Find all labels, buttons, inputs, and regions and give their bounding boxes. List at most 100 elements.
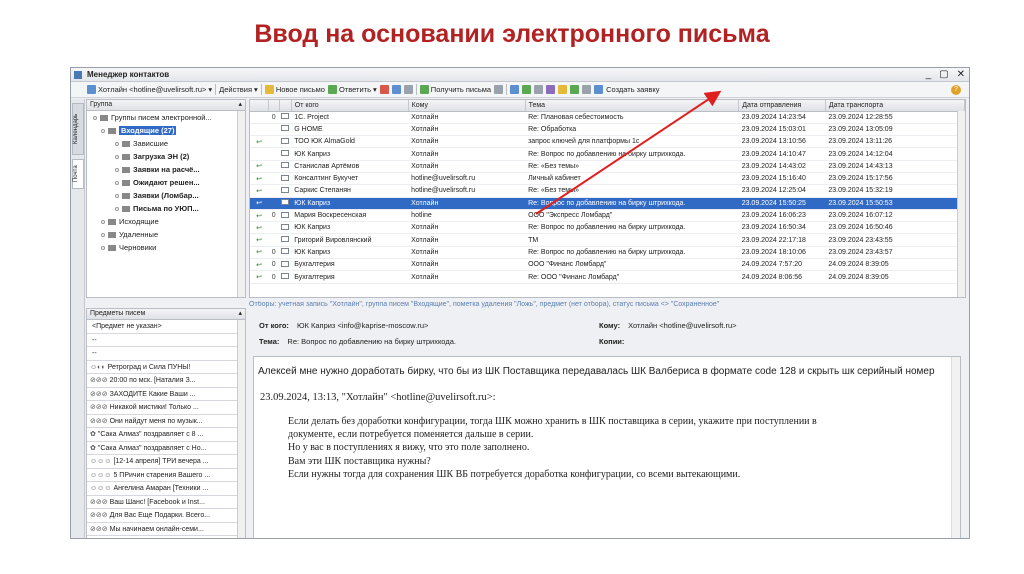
mail-row[interactable]: ↩ Станислав Артёмов Хотлайн Re: «Без темы» 2… xyxy=(250,160,965,173)
subject-item[interactable]: ☺☺☺ 5 ПРичин старения Вашего ... xyxy=(87,469,245,482)
tab-calendar[interactable]: Календарь xyxy=(72,103,84,155)
new-letter-button[interactable]: Новое письмо xyxy=(264,85,325,94)
mail-row[interactable]: ↩ ЮК Каприз Хотлайн Re: Вопрос по добавлени… xyxy=(250,221,965,235)
attach-icon[interactable] xyxy=(494,85,504,94)
create-request-button[interactable]: Создать заявку xyxy=(606,85,659,94)
tree-item[interactable]: Группы писем электронной... xyxy=(87,111,245,124)
subject-item[interactable]: ✿ "Сака Алмаз" поздравляет с Но... xyxy=(87,442,245,455)
forward-icon[interactable] xyxy=(379,85,389,94)
mail-row[interactable]: ЮК Каприз Хотлайн Re: Вопрос по добавлению… xyxy=(250,147,965,161)
move-icon[interactable] xyxy=(510,85,520,94)
subject-value: Re: Вопрос по добавлению на бирку штрихк… xyxy=(287,337,456,346)
mail-row[interactable]: ↩ ТОО ЮК AlmaGold Хотлайн запрос ключей для… xyxy=(250,135,965,149)
mail-row[interactable]: ↩ Консалтинг Букучет hotline@uvelirsoft.ru… xyxy=(250,172,965,186)
expand-dot-icon[interactable] xyxy=(115,194,119,198)
subject-item[interactable]: ⊘⊘⊘ Для Вас Еще Подарки. Всего... xyxy=(87,509,245,523)
expand-dot-icon[interactable] xyxy=(93,116,97,120)
body-scrollbar[interactable] xyxy=(951,357,960,538)
tree-item[interactable]: Загрузка ЭН (2) xyxy=(87,150,245,163)
mail-row[interactable]: ↩ Саркис Степанян hotline@uvelirsoft.ru Re:… xyxy=(250,184,965,198)
view-icon[interactable] xyxy=(582,85,592,94)
column-header[interactable] xyxy=(250,100,269,112)
mail-row[interactable]: ↩ Григорий Вировлянский Хотлайн ТМ 23.09.202… xyxy=(250,233,965,247)
attachment-icon xyxy=(268,123,280,137)
account-select[interactable]: Хотлайн <hotline@uvelirsoft.ru> ▾ xyxy=(87,85,212,94)
search-icon[interactable] xyxy=(594,85,604,94)
expand-dot-icon[interactable] xyxy=(115,155,119,159)
letter-body[interactable]: Алексей мне нужно доработать бирку, что … xyxy=(253,356,961,538)
mail-to-cell: Хотлайн xyxy=(408,233,526,247)
subjects-scrollbar[interactable] xyxy=(237,320,245,538)
subject-item[interactable]: -- xyxy=(87,347,245,361)
subject-text: -- xyxy=(92,350,97,357)
column-header[interactable]: Дата отправления xyxy=(738,100,826,112)
column-header[interactable] xyxy=(279,100,292,112)
subject-item[interactable]: -- xyxy=(87,334,245,347)
mail-scrollbar[interactable] xyxy=(957,111,965,297)
subject-item[interactable]: ⊘⊘⊘ Ваш Шанс! [Facebook и Inst... xyxy=(87,496,245,509)
tree-item[interactable]: Заявки на расчё... xyxy=(87,163,245,176)
delete-icon[interactable] xyxy=(403,85,413,94)
subject-item[interactable]: ☺☺☺ [12-14 апреля] ТРИ вечера ... xyxy=(87,455,245,469)
filter-line[interactable]: Отборы: учетная запись "Хотлайн", группа… xyxy=(249,301,966,311)
expand-dot-icon[interactable] xyxy=(101,220,105,224)
mail-row[interactable]: 0 1С. Project Хотлайн Re: Плановая себестои… xyxy=(250,111,965,124)
column-header[interactable]: Кому xyxy=(408,100,526,112)
subject-text: 20:00 по мск. [Наталия З... xyxy=(109,377,196,384)
subject-item[interactable]: ⊘⊘⊘ ЗАХОДИТЕ Какие Ваши ... xyxy=(87,388,245,401)
expand-dot-icon[interactable] xyxy=(115,181,119,185)
tree-item-label: Зависшие xyxy=(133,139,169,148)
expand-dot-icon[interactable] xyxy=(101,129,105,133)
expand-dot-icon[interactable] xyxy=(115,142,119,146)
expand-dot-icon[interactable] xyxy=(115,207,119,211)
tree-item[interactable]: Входящие (27) xyxy=(87,124,245,137)
help-icon[interactable]: ? xyxy=(951,84,961,95)
subject-item[interactable]: ⊘⊘⊘ Они найдут меня по музык... xyxy=(87,415,245,428)
column-header[interactable]: Тема xyxy=(525,100,740,112)
print-icon[interactable] xyxy=(534,85,544,94)
subject-item[interactable]: ⊘⊘⊘ 20:00 по мск. [Наталия З... xyxy=(87,374,245,388)
tree-item[interactable]: Зависшие xyxy=(87,137,245,150)
filter-icon[interactable] xyxy=(546,85,556,94)
minimize-button[interactable]: _ xyxy=(926,68,932,81)
tab-mail[interactable]: Почта xyxy=(72,159,84,189)
tree-item[interactable]: Ожидают решен... xyxy=(87,176,245,189)
mark-icon[interactable] xyxy=(522,85,532,94)
reply-button[interactable]: Ответить ▾ xyxy=(327,85,377,94)
tree-item[interactable]: Заявки (Ломбар... xyxy=(87,189,245,202)
get-letters-button[interactable]: Получить письма xyxy=(419,85,491,94)
subject-item[interactable]: <Предмет не указан> xyxy=(87,320,245,334)
column-header[interactable]: Дата транспорта xyxy=(825,100,965,112)
reply-arrow-icon: ↩ xyxy=(250,258,269,272)
expand-dot-icon[interactable] xyxy=(101,233,105,237)
close-button[interactable]: ✕ xyxy=(957,68,965,81)
flag-icon[interactable] xyxy=(558,85,568,94)
expand-dot-icon[interactable] xyxy=(101,246,105,250)
column-header[interactable]: От кого xyxy=(291,100,409,112)
subject-item[interactable]: ⊘⊘⊘ Мы начинаем онлайн-семи... xyxy=(87,523,245,536)
tree-item[interactable]: Исходящие xyxy=(87,215,245,228)
tree-item[interactable]: Письма по УЮП... xyxy=(87,202,245,215)
subject-item[interactable]: ⊘⊘⊘ Никакой мистики! Только ... xyxy=(87,401,245,415)
column-header[interactable] xyxy=(268,100,280,112)
mail-row[interactable]: G HOME Хотлайн Re: Обработка 23.09.2024 15:… xyxy=(250,123,965,137)
mail-subject-cell: запрос ключей для платформы 1с xyxy=(525,135,739,149)
mail-row[interactable]: ↩ 0 Бухгалтерия Хотлайн Re: ООО "Финанс Ломб… xyxy=(250,270,965,284)
mail-row[interactable]: ↩ ЮК Каприз Хотлайн Re: Вопрос по добавлени… xyxy=(250,197,965,210)
maximize-button[interactable]: ▢ xyxy=(939,68,948,81)
subject-item[interactable]: ☺☺☺ Ангелина Амаран [Техники ... xyxy=(87,482,245,496)
mail-row[interactable]: ↩ 0 ЮК Каприз Хотлайн Re: Вопрос по добавлен… xyxy=(250,246,965,260)
expand-dot-icon[interactable] xyxy=(115,168,119,172)
groups-scrollbar[interactable] xyxy=(237,111,245,297)
refresh-icon[interactable] xyxy=(570,85,580,94)
tree-item[interactable]: Черновики xyxy=(87,241,245,254)
actions-menu[interactable]: Действия ▾ xyxy=(219,85,258,94)
tree-item[interactable]: Удаленные xyxy=(87,228,245,241)
attachment-icon: 0 xyxy=(268,258,280,272)
mail-row[interactable]: ↩ 0 Бухгалтерия Хотлайн ООО "Финанс Ломбард"… xyxy=(250,258,965,272)
mail-row[interactable]: ↩ 0 Мария Воскресенская hotline ООО "Экспрес… xyxy=(250,209,965,223)
subject-item[interactable]: ✿ "Сака Алмаз" поздравляет с 8 ... xyxy=(87,428,245,442)
mail-icon[interactable] xyxy=(391,85,401,94)
envelope-cell xyxy=(279,197,292,210)
subject-item[interactable]: ☺◐◐ Ретроград и Сила ПУНЫ! xyxy=(87,361,245,374)
